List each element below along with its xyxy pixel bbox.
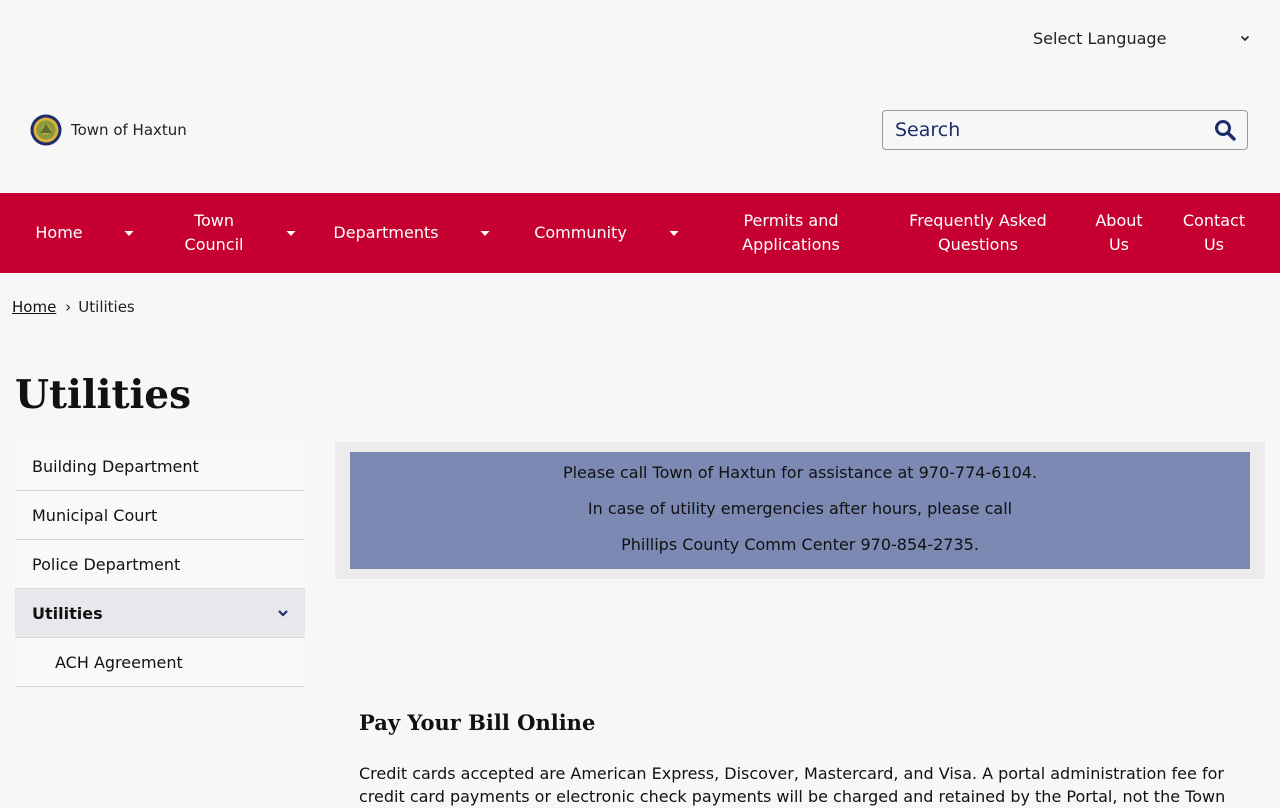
nav-item-label: About Us	[1095, 211, 1143, 254]
sidebar-item-label: Building Department	[32, 456, 199, 476]
section-heading: Pay Your Bill Online	[359, 710, 596, 735]
nav-item-permits[interactable]: Permits and Applications	[726, 193, 856, 273]
sidebar-item-municipal-court[interactable]: Municipal Court	[15, 491, 305, 540]
site-name: Town of Haxtun	[71, 121, 187, 139]
sidebar-item-label: Utilities	[32, 603, 103, 623]
nav-item-contact-us[interactable]: Contact Us	[1178, 193, 1250, 273]
nav-item-faq[interactable]: Frequently Asked Questions	[898, 193, 1058, 273]
caret-down-icon[interactable]	[123, 227, 135, 239]
nav-item-town-council[interactable]: Town Council	[170, 193, 258, 273]
chevron-down-icon[interactable]	[277, 607, 289, 619]
nav-item-label: Contact Us	[1182, 211, 1246, 254]
search-icon[interactable]	[1213, 118, 1237, 142]
utility-alert: Please call Town of Haxtun for assistanc…	[350, 452, 1250, 569]
caret-down-icon[interactable]	[285, 227, 297, 239]
main-nav: Home Town Council Departments Community …	[0, 193, 1280, 273]
sidebar-item-label: ACH Agreement	[55, 652, 183, 672]
nav-item-label: Town Council	[184, 211, 244, 254]
sidebar-item-label: Municipal Court	[32, 505, 158, 525]
breadcrumb: Home › Utilities	[12, 298, 135, 316]
sidebar-item-label: Police Department	[32, 554, 181, 574]
caret-down-icon[interactable]	[668, 227, 680, 239]
nav-item-departments[interactable]: Departments	[325, 193, 447, 273]
language-select-label: Select Language	[1033, 28, 1167, 48]
alert-line: In case of utility emergencies after hou…	[587, 499, 1013, 518]
alert-container: Please call Town of Haxtun for assistanc…	[335, 442, 1265, 579]
search-box	[882, 110, 1248, 150]
nav-item-label: Community	[534, 223, 627, 242]
breadcrumb-separator: ›	[65, 298, 72, 316]
chevron-down-icon	[1240, 35, 1250, 42]
nav-item-label: Frequently Asked Questions	[909, 211, 1047, 254]
sidebar-item-building-department[interactable]: Building Department	[15, 442, 305, 491]
alert-line: Phillips County Comm Center 970-854-2735…	[621, 535, 979, 554]
sidebar-item-police-department[interactable]: Police Department	[15, 540, 305, 589]
sidebar-item-utilities[interactable]: Utilities	[15, 589, 305, 638]
alert-line: Please call Town of Haxtun for assistanc…	[562, 463, 1038, 482]
sidebar-item-ach-agreement[interactable]: ACH Agreement	[15, 638, 305, 687]
breadcrumb-home-link[interactable]: Home	[12, 298, 56, 316]
nav-item-home[interactable]: Home	[15, 193, 103, 273]
nav-item-label: Home	[35, 223, 83, 242]
page-title: Utilities	[15, 372, 192, 418]
language-select[interactable]: Select Language	[1033, 26, 1251, 50]
nav-item-label: Departments	[333, 223, 439, 242]
caret-down-icon[interactable]	[479, 227, 491, 239]
nav-item-label: Permits and Applications	[742, 211, 840, 254]
nav-item-community[interactable]: Community	[522, 193, 639, 273]
town-seal-icon	[30, 114, 62, 146]
nav-item-about-us[interactable]: About Us	[1086, 193, 1152, 273]
breadcrumb-current: Utilities	[78, 298, 135, 316]
site-logo[interactable]: Town of Haxtun	[30, 114, 187, 146]
search-input[interactable]	[883, 111, 1213, 149]
section-paragraph: Credit cards accepted are American Expre…	[359, 764, 1226, 806]
sidebar-nav: Building Department Municipal Court Poli…	[15, 442, 305, 687]
